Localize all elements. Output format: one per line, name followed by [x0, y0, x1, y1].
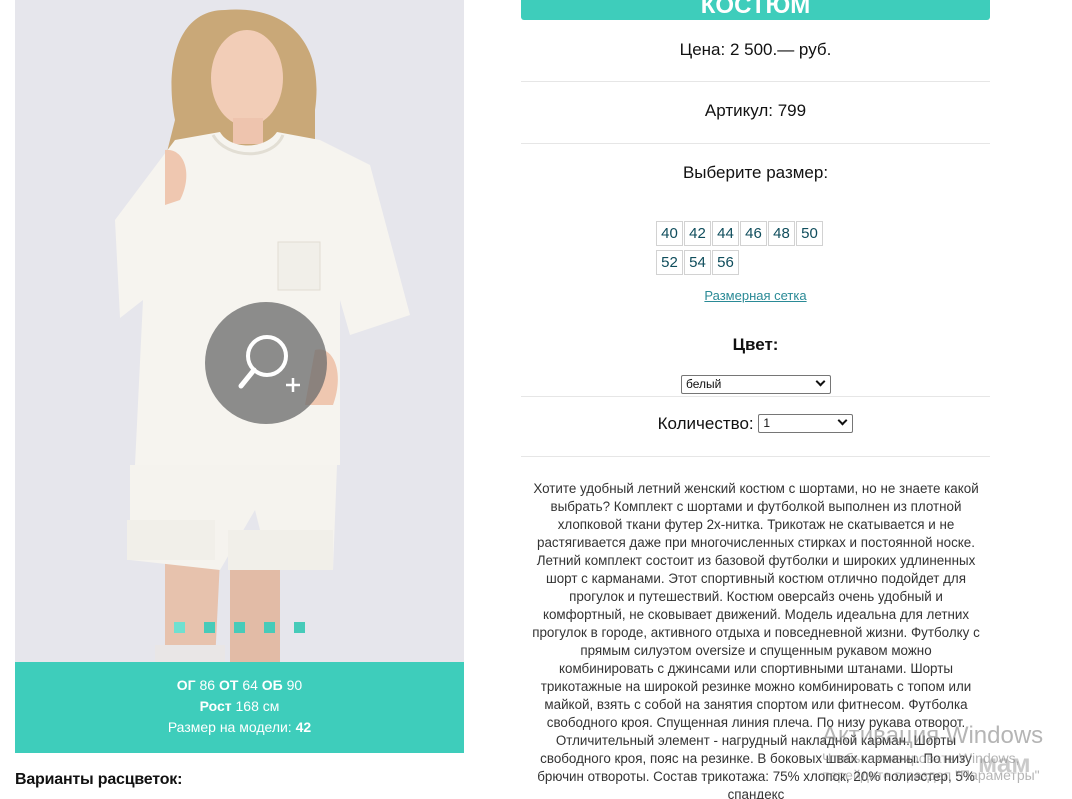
- ot-label: ОТ: [218, 677, 239, 693]
- og-label: ОГ: [176, 677, 196, 693]
- slider-dots: [174, 622, 305, 633]
- divider: [521, 143, 990, 144]
- model-size-line: Размер на модели: 42: [15, 717, 464, 738]
- ob-value: 90: [286, 677, 303, 693]
- product-title: КОСТЮМ: [521, 0, 990, 20]
- height-label: Рост: [199, 698, 232, 714]
- zoom-button[interactable]: [205, 302, 327, 424]
- model-measurements: ОГ 86 ОТ 64 ОБ 90 Рост 168 см Размер на …: [15, 662, 464, 753]
- color-title: Цвет:: [732, 335, 779, 354]
- size-chart-link[interactable]: Размерная сетка: [521, 288, 990, 303]
- size-title: Выберите размер:: [682, 163, 829, 182]
- size-option-44[interactable]: 44: [712, 221, 739, 246]
- ot-value: 64: [242, 677, 258, 693]
- size-option-50[interactable]: 50: [796, 221, 823, 246]
- quantity-row: Количество: 1: [521, 413, 990, 434]
- height-value: 168 см: [235, 698, 280, 714]
- divider: [521, 456, 990, 457]
- product-sku: Артикул: 799: [704, 101, 807, 120]
- slider-dot-2[interactable]: [204, 622, 215, 633]
- size-option-54[interactable]: 54: [684, 250, 711, 275]
- product-price: Цена: 2 500.— руб.: [679, 40, 832, 59]
- model-measurements-line: ОГ 86 ОТ 64 ОБ 90: [15, 675, 464, 696]
- divider: [521, 81, 990, 82]
- site-logo-watermark: мам: [978, 748, 1031, 778]
- size-option-56[interactable]: 56: [712, 250, 739, 275]
- slider-dot-3[interactable]: [234, 622, 245, 633]
- model-size-value: 42: [295, 719, 312, 735]
- og-value: 86: [199, 677, 216, 693]
- slider-dot-4[interactable]: [264, 622, 275, 633]
- slider-dot-5[interactable]: [294, 622, 305, 633]
- color-variants-title: Варианты расцветок:: [15, 771, 183, 788]
- color-select[interactable]: белый: [681, 375, 831, 394]
- color-select-value: белый: [686, 377, 722, 391]
- size-option-40[interactable]: 40: [656, 221, 683, 246]
- size-option-48[interactable]: 48: [768, 221, 795, 246]
- divider: [521, 396, 990, 397]
- quantity-label: Количество:: [657, 413, 754, 433]
- size-picker: 40 42 44 46 48 50 52 54 56: [656, 221, 846, 279]
- ob-label: ОБ: [261, 677, 283, 693]
- quantity-select[interactable]: 1: [758, 414, 854, 434]
- slider-dot-1[interactable]: [174, 622, 185, 633]
- size-option-42[interactable]: 42: [684, 221, 711, 246]
- zoom-in-icon: [238, 335, 300, 392]
- size-option-52[interactable]: 52: [656, 250, 683, 275]
- chevron-down-icon: [837, 415, 848, 426]
- model-size-label: Размер на модели:: [167, 719, 292, 735]
- size-option-46[interactable]: 46: [740, 221, 767, 246]
- chevron-down-icon: [815, 376, 826, 387]
- product-gallery[interactable]: [15, 0, 464, 662]
- quantity-select-value: 1: [763, 416, 771, 431]
- model-height-line: Рост 168 см: [15, 696, 464, 717]
- product-description: Хотите удобный летний женский костюм с ш…: [532, 481, 980, 799]
